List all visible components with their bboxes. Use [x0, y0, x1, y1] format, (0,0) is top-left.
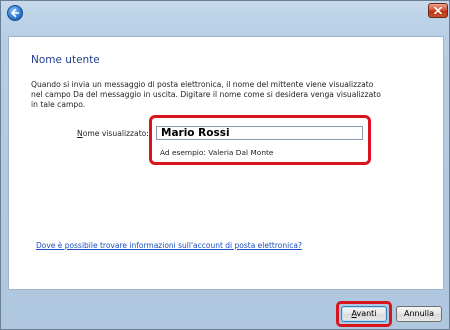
intro-line: Quando si invia un messaggio di posta el…	[31, 80, 374, 89]
display-name-label: Nome visualizzato:	[77, 129, 149, 138]
field-highlight-frame	[149, 115, 371, 165]
help-link[interactable]: Dove è possibile trovare informazioni su…	[36, 241, 302, 250]
display-name-label-text: ome visualizzato:	[82, 129, 149, 138]
back-arrow-icon	[11, 8, 20, 18]
title-bar	[1, 1, 450, 25]
close-icon	[434, 7, 442, 14]
wizard-content: Nome utente Quando si invia un messaggio…	[8, 36, 444, 290]
next-highlight-frame	[336, 301, 392, 327]
intro-line: nel campo Da del messaggio in uscita. Di…	[31, 90, 381, 99]
wizard-window: Nome utente Quando si invia un messaggio…	[0, 0, 450, 330]
cancel-button[interactable]: Annulla	[396, 306, 442, 322]
back-button[interactable]	[7, 5, 23, 21]
intro-line: in tale campo.	[31, 100, 86, 109]
intro-text: Quando si invia un messaggio di posta el…	[31, 80, 391, 110]
page-title: Nome utente	[31, 54, 100, 66]
close-button[interactable]	[428, 3, 448, 18]
